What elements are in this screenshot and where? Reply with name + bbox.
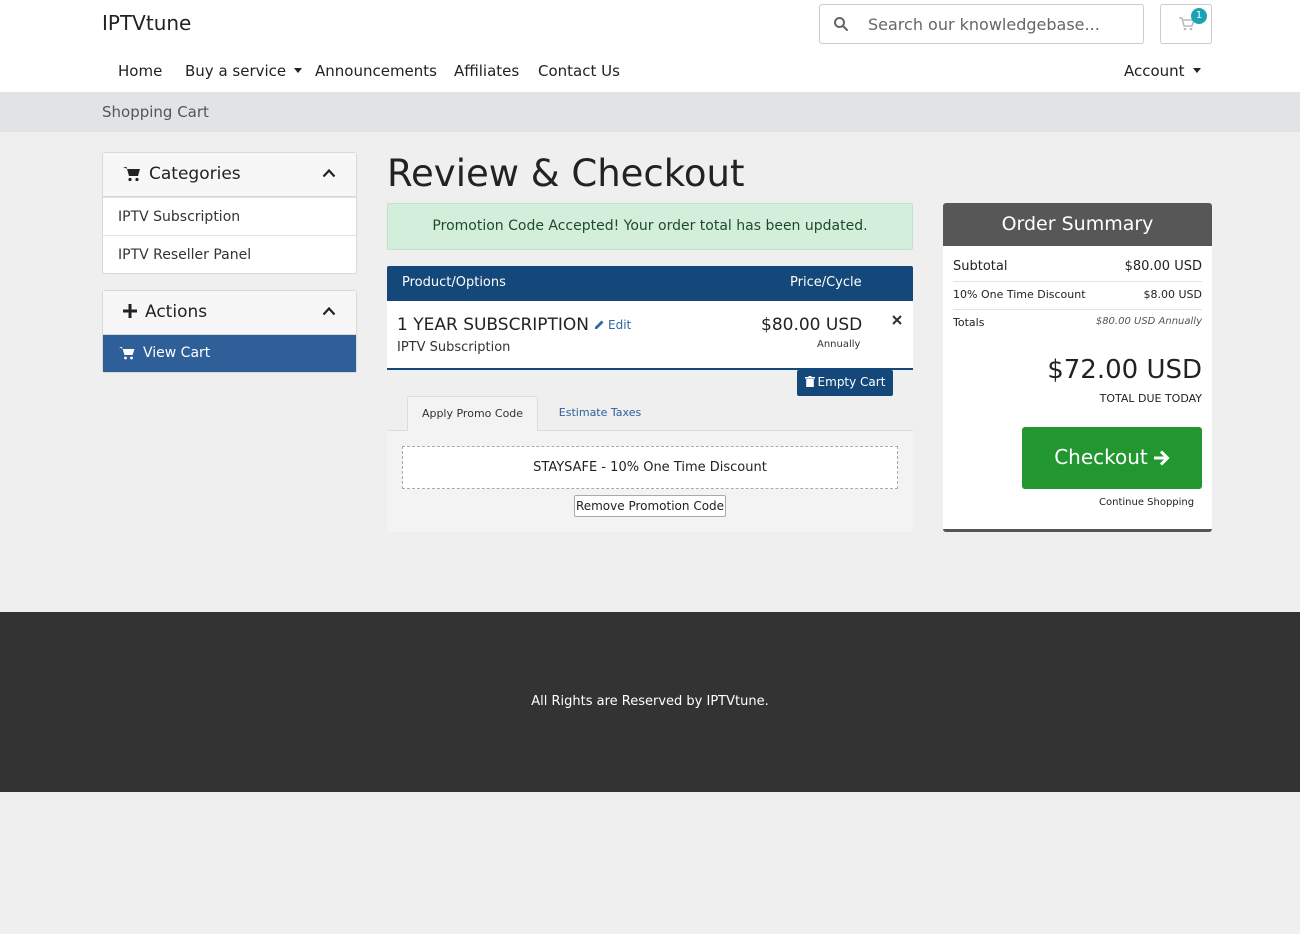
breadcrumb-bar: Shopping Cart <box>0 92 1300 132</box>
column-header-product: Product/Options <box>402 275 506 290</box>
product-group: IPTV Subscription <box>397 340 511 355</box>
page-title: Review & Checkout <box>387 152 745 195</box>
cart-icon <box>123 167 140 182</box>
nav-buy-a-service[interactable]: Buy a service <box>185 62 303 80</box>
remove-promo-button[interactable]: Remove Promotion Code <box>574 495 726 517</box>
site-footer: All Rights are Reserved by IPTVtune. <box>0 612 1300 792</box>
categories-title: Categories <box>149 164 241 184</box>
promo-success-alert: Promotion Code Accepted! Your order tota… <box>387 203 913 250</box>
discount-value: $8.00 USD <box>1143 288 1203 301</box>
footer-copyright: All Rights are Reserved by IPTVtune. <box>531 694 769 709</box>
nav-home[interactable]: Home <box>118 62 162 80</box>
divider <box>953 281 1202 282</box>
cart-tabs: Apply Promo Code Estimate Taxes <box>387 396 913 432</box>
category-label: IPTV Subscription <box>118 209 241 225</box>
nav-contact-us[interactable]: Contact Us <box>538 62 620 80</box>
promo-code-panel: STAYSAFE - 10% One Time Discount Remove … <box>387 431 913 532</box>
subtotal-label: Subtotal <box>953 259 1008 274</box>
continue-shopping-link[interactable]: Continue Shopping <box>1099 497 1194 508</box>
view-cart-label: View Cart <box>143 345 211 361</box>
remove-item-icon[interactable] <box>892 315 902 325</box>
actions-panel-header[interactable]: Actions <box>103 291 356 335</box>
totals-label: Totals <box>953 316 985 329</box>
search-input[interactable] <box>868 13 1133 35</box>
category-label: IPTV Reseller Panel <box>118 247 252 263</box>
empty-cart-button[interactable]: Empty Cart <box>797 370 893 396</box>
trash-icon <box>804 376 815 387</box>
category-iptv-subscription[interactable]: IPTV Subscription <box>103 197 356 235</box>
arrow-right-icon <box>1153 450 1170 466</box>
caret-down-icon <box>294 68 303 73</box>
nav-announcements[interactable]: Announcements <box>315 62 437 80</box>
checkout-label: Checkout <box>1054 445 1148 469</box>
nav-affiliates[interactable]: Affiliates <box>454 62 519 80</box>
chevron-up-icon[interactable] <box>322 306 336 316</box>
discount-label: 10% One Time Discount <box>953 288 1086 301</box>
cart-count-badge: 1 <box>1191 8 1207 24</box>
knowledgebase-search[interactable] <box>819 4 1144 44</box>
totals-value: $80.00 USD Annually <box>1095 316 1202 327</box>
brand-logo[interactable]: IPTVtune <box>102 11 191 35</box>
cart-item-row: 1 YEAR SUBSCRIPTION Edit IPTV Subscripti… <box>387 301 913 370</box>
order-summary: Order Summary Subtotal $80.00 USD 10% On… <box>943 203 1212 532</box>
edit-link[interactable]: Edit <box>594 318 631 332</box>
nav-account-label: Account <box>1124 62 1185 80</box>
categories-panel: Categories IPTV Subscription IPTV Resell… <box>102 152 357 274</box>
cart-icon <box>119 347 135 360</box>
plus-icon <box>123 304 137 318</box>
actions-panel: Actions View Cart <box>102 290 357 373</box>
tab-estimate-taxes[interactable]: Estimate Taxes <box>555 396 645 431</box>
divider <box>953 309 1202 310</box>
cart-button[interactable]: 1 <box>1160 4 1212 44</box>
caret-down-icon <box>1192 68 1201 73</box>
product-price: $80.00 USD <box>761 315 863 335</box>
product-name: 1 YEAR SUBSCRIPTION <box>397 315 590 335</box>
chevron-up-icon[interactable] <box>322 168 336 178</box>
total-due-label: TOTAL DUE TODAY <box>1099 392 1202 405</box>
tab-apply-promo-code[interactable]: Apply Promo Code <box>407 396 538 432</box>
checkout-button[interactable]: Checkout <box>1022 427 1202 489</box>
site-header: IPTVtune 1 Home Buy a service Announceme… <box>0 0 1300 92</box>
nav-buy-a-service-label: Buy a service <box>185 62 287 80</box>
breadcrumb: Shopping Cart <box>102 103 209 121</box>
action-view-cart[interactable]: View Cart <box>103 335 356 372</box>
empty-cart-label: Empty Cart <box>817 375 886 389</box>
column-header-price: Price/Cycle <box>790 275 862 290</box>
applied-promo-code: STAYSAFE - 10% One Time Discount <box>402 446 898 489</box>
actions-title: Actions <box>145 302 208 322</box>
nav-account[interactable]: Account <box>1124 62 1201 80</box>
total-due-amount: $72.00 USD <box>1047 355 1202 385</box>
cart-table-header: Product/Options Price/Cycle <box>387 266 913 301</box>
search-icon <box>834 17 848 31</box>
edit-label: Edit <box>608 318 632 332</box>
order-summary-title: Order Summary <box>943 203 1212 246</box>
billing-cycle: Annually <box>817 339 861 350</box>
categories-panel-header[interactable]: Categories <box>103 153 356 197</box>
pencil-icon <box>595 320 604 329</box>
subtotal-value: $80.00 USD <box>1124 259 1202 274</box>
category-iptv-reseller-panel[interactable]: IPTV Reseller Panel <box>103 235 356 273</box>
